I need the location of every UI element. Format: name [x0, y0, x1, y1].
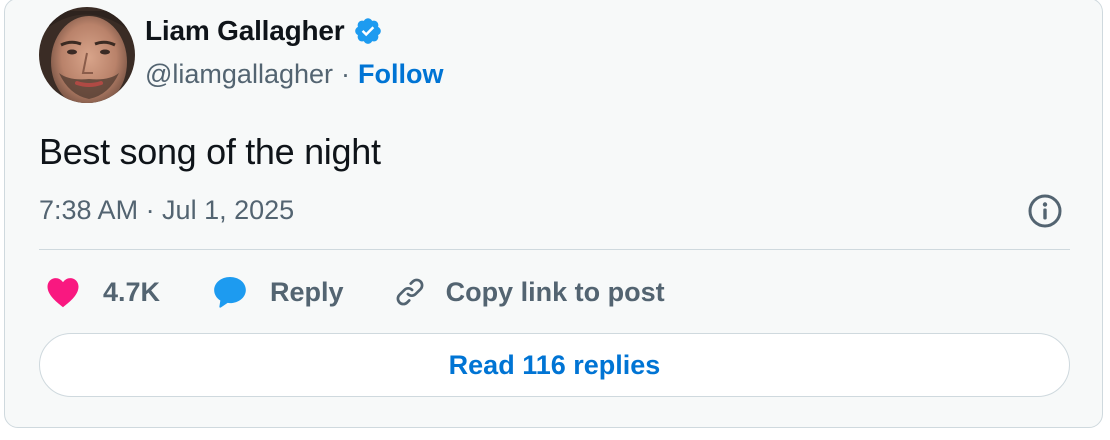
like-count: 4.7K: [103, 276, 161, 307]
follow-button[interactable]: Follow: [358, 59, 443, 90]
post-actions: 4.7K Reply Copy link to post: [39, 269, 665, 315]
post-text: Best song of the night: [39, 131, 381, 172]
read-replies-button[interactable]: Read 116 replies: [39, 333, 1070, 397]
author-handle[interactable]: @liamgallagher: [145, 59, 333, 90]
copy-link-label: Copy link to post: [445, 276, 665, 307]
link-icon: [390, 272, 430, 312]
verified-badge-icon: [353, 16, 383, 46]
handle-separator: ·: [341, 59, 350, 89]
divider: [39, 249, 1070, 250]
author-name[interactable]: Liam Gallagher: [145, 15, 345, 47]
reply-label: Reply: [270, 276, 344, 307]
read-replies-label: Read 116 replies: [448, 349, 661, 380]
author-avatar[interactable]: [39, 7, 135, 103]
post-timestamp[interactable]: 7:38 AM · Jul 1, 2025: [39, 195, 294, 226]
avatar-image: [39, 7, 135, 103]
author-handle-row: @liamgallagher · Follow: [145, 59, 443, 90]
reply-button[interactable]: Reply: [210, 272, 344, 312]
heart-icon: [43, 272, 83, 312]
tweet-card: Liam Gallagher @liamgallagher · Follow B…: [4, 0, 1103, 428]
info-icon[interactable]: [1027, 193, 1063, 229]
like-button[interactable]: 4.7K: [43, 272, 160, 312]
author-name-row: Liam Gallagher: [145, 15, 383, 47]
speech-bubble-icon: [210, 272, 250, 312]
copy-link-button[interactable]: Copy link to post: [390, 272, 665, 312]
